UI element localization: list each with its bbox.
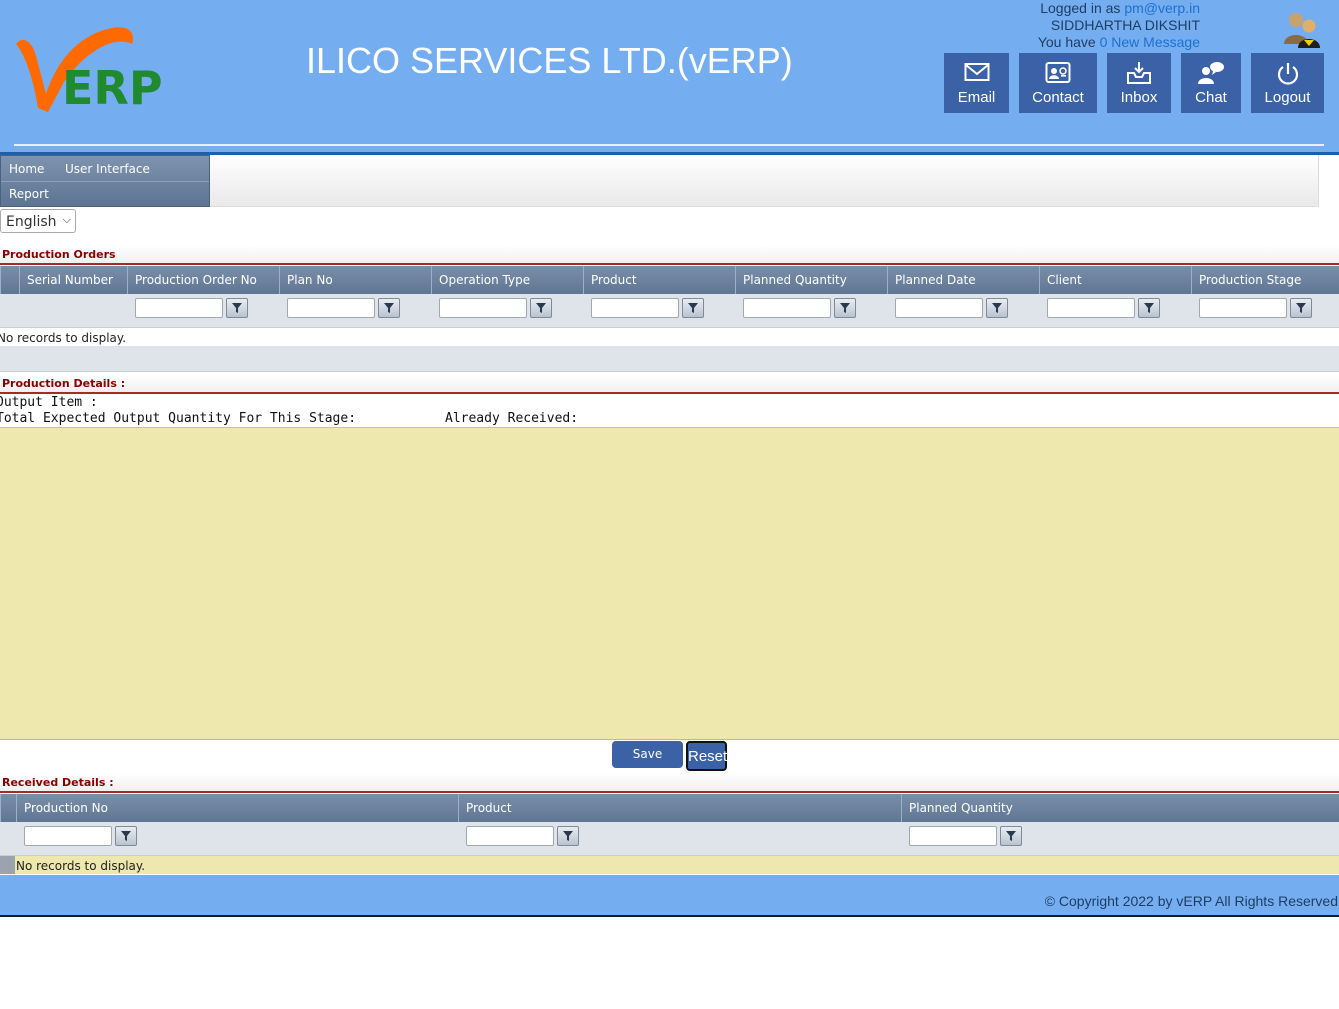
filter-button[interactable] [682, 298, 704, 318]
login-email: pm@verp.in [1124, 0, 1200, 16]
filter-icon [384, 303, 394, 313]
menu-item-user-interface[interactable]: User Interface [65, 162, 150, 176]
output-item-label: Output Item : [0, 395, 98, 410]
production-orders-filter-row [0, 294, 1339, 328]
chevron-down-icon: ⌵ [62, 213, 71, 226]
filter-button[interactable] [834, 298, 856, 318]
already-received-label: Already Received: [445, 411, 579, 426]
logout-button[interactable]: Logout [1251, 53, 1324, 113]
filter-input-received-product[interactable] [466, 826, 554, 846]
col-client[interactable]: Client [1039, 266, 1191, 294]
inbox-icon [1127, 62, 1151, 84]
received-details-title: Received Details : [0, 773, 1339, 793]
filter-icon [536, 303, 546, 313]
col-received-product[interactable]: Product [458, 794, 901, 822]
menu-divider [1, 181, 209, 182]
user-name: SIDDHARTHA DIKSHIT [1050, 17, 1200, 33]
main-menu: Home User Interface Report [0, 155, 210, 207]
col-received-planned-quantity[interactable]: Planned Quantity [901, 794, 1339, 822]
filter-icon [1296, 303, 1306, 313]
filter-input-plan-no[interactable] [287, 298, 375, 318]
total-expected-label: Total Expected Output Quantity For This … [0, 411, 357, 426]
filter-button[interactable] [1138, 298, 1160, 318]
copyright-text: © Copyright 2022 by vERP All Rights Rese… [1044, 893, 1338, 909]
inbox-button[interactable]: Inbox [1107, 53, 1171, 113]
filter-button[interactable] [530, 298, 552, 318]
filter-input-production-order-no[interactable] [135, 298, 223, 318]
filter-button[interactable] [378, 298, 400, 318]
menu-item-home[interactable]: Home [9, 162, 44, 176]
filter-button[interactable] [1290, 298, 1312, 318]
filter-input-operation-type[interactable] [439, 298, 527, 318]
login-info: Logged in as pm@verp.in SIDDHARTHA DIKSH… [1010, 0, 1200, 51]
grid-header-spacer [0, 794, 16, 822]
col-operation-type[interactable]: Operation Type [431, 266, 583, 294]
production-orders-pager [0, 346, 1339, 372]
filter-button[interactable] [115, 826, 137, 846]
production-orders-title: Production Orders [0, 245, 1339, 265]
filter-icon [840, 303, 850, 313]
filter-icon [688, 303, 698, 313]
envelope-icon [964, 63, 989, 81]
production-details-title: Production Details : [0, 374, 1339, 394]
users-avatar-icon [1284, 13, 1320, 48]
received-details-header: Production No Product Planned Quantity [0, 794, 1339, 822]
no-records-text: No records to display. [0, 331, 127, 345]
filter-input-product[interactable] [591, 298, 679, 318]
filter-icon [563, 831, 573, 841]
filter-icon [992, 303, 1002, 313]
filter-input-planned-quantity[interactable] [743, 298, 831, 318]
filter-button[interactable] [557, 826, 579, 846]
filter-input-client[interactable] [1047, 298, 1135, 318]
power-icon [1277, 63, 1298, 85]
production-details-panel [0, 427, 1339, 740]
received-details-filter-row [0, 822, 1339, 856]
production-orders-empty-row: No records to display. [0, 328, 1339, 346]
reset-button[interactable]: Reset [686, 741, 727, 771]
contact-card-icon [1045, 62, 1071, 83]
chat-button[interactable]: Chat [1181, 53, 1241, 113]
col-plan-no[interactable]: Plan No [279, 266, 431, 294]
col-production-order-no[interactable]: Production Order No [127, 266, 279, 294]
menu-bar-filler [210, 155, 1319, 207]
filter-icon [232, 303, 242, 313]
save-button[interactable]: Save [612, 741, 683, 768]
filter-input-production-no[interactable] [24, 826, 112, 846]
contact-button[interactable]: Contact [1019, 53, 1097, 113]
col-production-no[interactable]: Production No [16, 794, 458, 822]
filter-button[interactable] [1000, 826, 1022, 846]
verp-logo: ERP [16, 27, 163, 114]
header-divider [14, 144, 1324, 146]
filter-button[interactable] [986, 298, 1008, 318]
filter-icon [1144, 303, 1154, 313]
filter-input-received-planned-quantity[interactable] [909, 826, 997, 846]
app-footer: © Copyright 2022 by vERP All Rights Rese… [0, 875, 1339, 917]
filter-icon [121, 831, 131, 841]
col-planned-quantity[interactable]: Planned Quantity [735, 266, 887, 294]
svg-text:ERP: ERP [62, 61, 163, 114]
new-message-link[interactable]: 0 New Message [1100, 34, 1200, 50]
col-product[interactable]: Product [583, 266, 735, 294]
no-records-text: No records to display. [16, 859, 146, 873]
language-select[interactable]: English ⌵ [0, 209, 76, 233]
app-header: ERP ILICO SERVICES LTD.(vERP) Logged in … [0, 0, 1339, 155]
filter-button[interactable] [226, 298, 248, 318]
menu-item-report[interactable]: Report [9, 187, 49, 201]
email-button[interactable]: Email [944, 53, 1009, 113]
grid-header-spacer [0, 266, 19, 294]
row-indicator [0, 856, 15, 874]
chat-icon [1198, 62, 1224, 84]
production-orders-header: Serial Number Production Order No Plan N… [0, 266, 1339, 294]
filter-input-production-stage[interactable] [1199, 298, 1287, 318]
filter-input-planned-date[interactable] [895, 298, 983, 318]
col-serial-number[interactable]: Serial Number [19, 266, 127, 294]
col-production-stage[interactable]: Production Stage [1191, 266, 1339, 294]
received-details-empty-row: No records to display. [0, 856, 1339, 874]
company-name: ILICO SERVICES LTD.(vERP) [306, 40, 793, 81]
filter-icon [1006, 831, 1016, 841]
col-planned-date[interactable]: Planned Date [887, 266, 1039, 294]
